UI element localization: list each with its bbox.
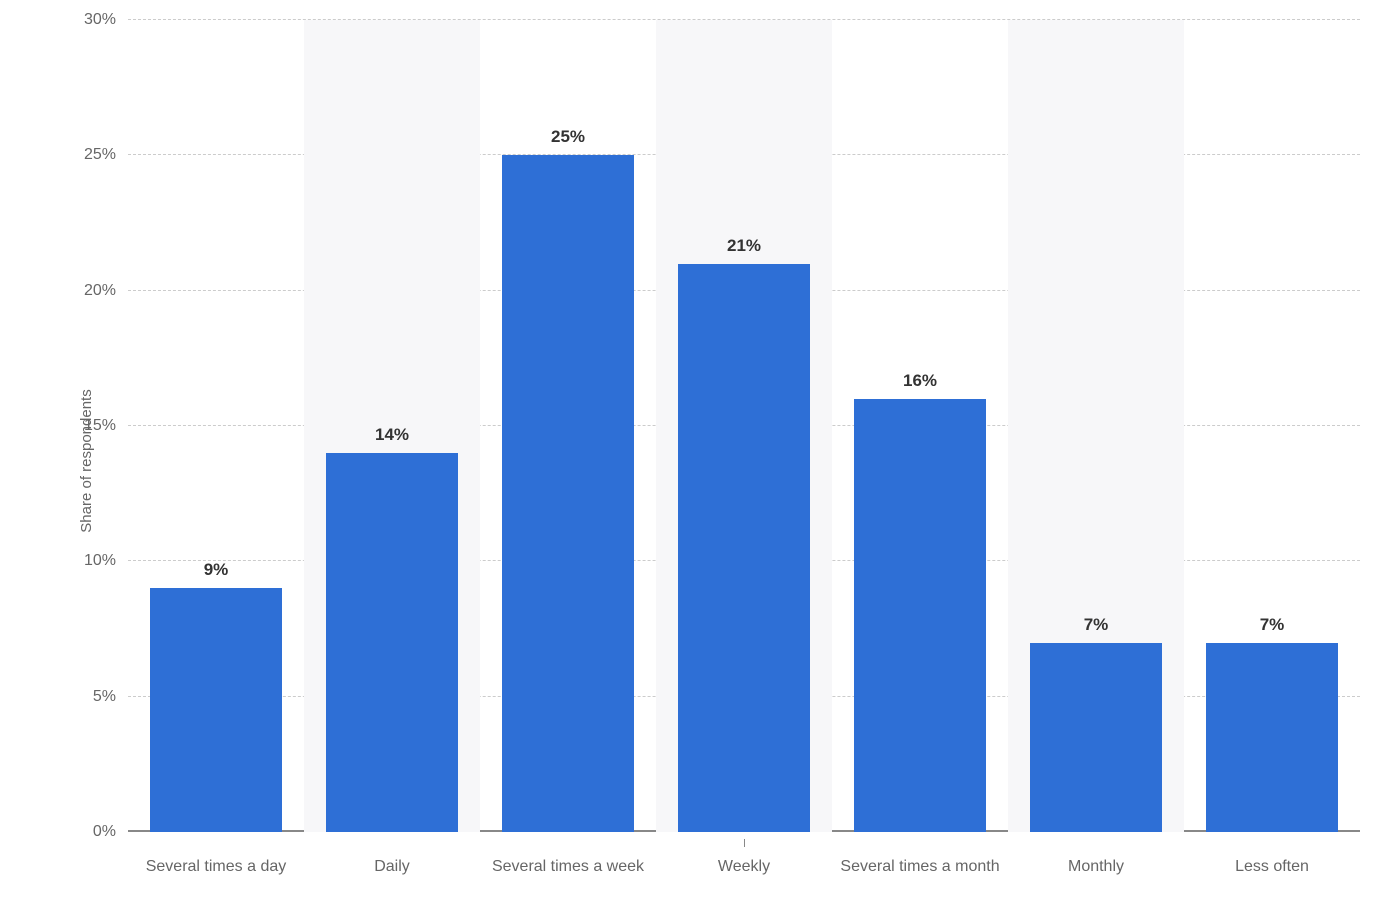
bar[interactable]: 14% [326,453,458,832]
x-tick-label: Weekly [656,847,832,907]
bar[interactable]: 21% [678,264,810,832]
y-tick-label: 0% [93,823,128,841]
bar-value-label: 7% [1260,615,1285,643]
y-tick-label: 10% [84,552,128,570]
bar[interactable]: 7% [1206,643,1338,832]
bar-slot: 16% [832,20,1008,832]
bar[interactable]: 9% [150,588,282,832]
x-tick-label: Daily [304,847,480,907]
bar-slot: 21% [656,20,832,832]
x-axis-labels: Several times a day Daily Several times … [128,847,1360,907]
y-tick-label: 5% [93,688,128,706]
x-tick-mark [744,839,745,847]
x-tick-label: Several times a week [480,847,656,907]
bar-value-label: 14% [375,425,409,453]
bar[interactable]: 25% [502,155,634,832]
y-tick-label: 30% [84,11,128,29]
bar-value-label: 9% [204,560,229,588]
x-tick-label: Several times a month [832,847,1008,907]
bar-slot: 7% [1008,20,1184,832]
bar-chart: Share of respondents 30% 25% 20% 15% 10%… [0,0,1390,922]
bar-value-label: 25% [551,127,585,155]
bar-slot: 9% [128,20,304,832]
bar-slot: 25% [480,20,656,832]
bar[interactable]: 16% [854,399,986,832]
y-tick-label: 25% [84,146,128,164]
bar-value-label: 21% [727,236,761,264]
bar-value-label: 7% [1084,615,1109,643]
x-tick-label: Monthly [1008,847,1184,907]
bar-value-label: 16% [903,371,937,399]
y-tick-label: 15% [84,417,128,435]
bar-slot: 14% [304,20,480,832]
plot-area: 30% 25% 20% 15% 10% 5% 0% 9% [128,20,1360,832]
bars-container: 9% 14% 25% 21% [128,20,1360,832]
y-tick-label: 20% [84,282,128,300]
y-axis-title: Share of respondents [78,389,95,532]
bar[interactable]: 7% [1030,643,1162,832]
x-tick-label: Several times a day [128,847,304,907]
bar-slot: 7% [1184,20,1360,832]
x-tick-label: Less often [1184,847,1360,907]
